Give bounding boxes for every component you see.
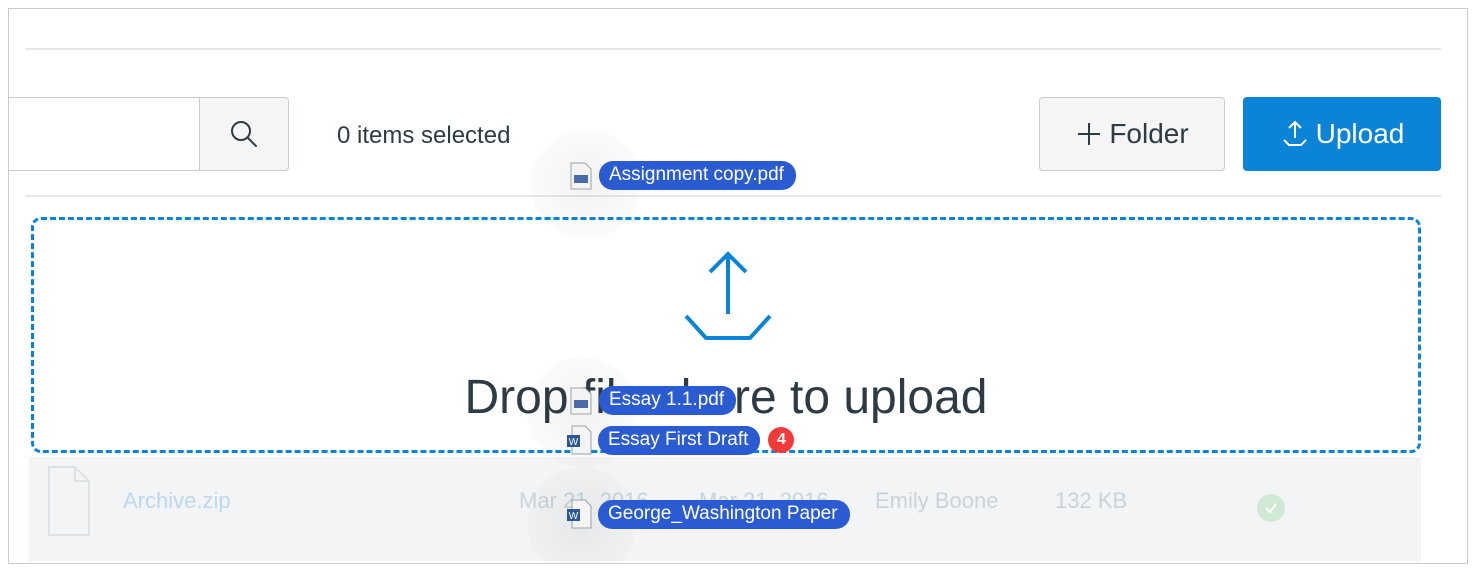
files-page: 0 items selected Folder Upload Archive.z… (8, 8, 1468, 564)
check-icon (1265, 503, 1277, 514)
file-size: 132 KB (1055, 488, 1128, 513)
drag-item-label: Essay First Draft (598, 425, 761, 455)
divider (25, 195, 1441, 197)
file-icon (48, 466, 90, 536)
drag-item: Assignment copy.pdf (569, 161, 796, 190)
plus-icon (1078, 123, 1101, 145)
published-check-icon[interactable] (1257, 494, 1285, 522)
drag-item: Essay 1.1.pdf (569, 386, 737, 415)
drag-item-label: George_Washington Paper (598, 499, 850, 529)
add-folder-button[interactable]: Folder (1039, 97, 1225, 171)
drag-item-label: Assignment copy.pdf (599, 161, 796, 190)
divider (25, 48, 1441, 50)
upload-icon (1282, 120, 1307, 146)
file-name-link[interactable]: Archive.zip (123, 488, 231, 514)
word-file-icon: W (567, 499, 592, 529)
upload-button[interactable]: Upload (1243, 97, 1441, 171)
selected-count: 0 items selected (337, 122, 511, 149)
pdf-file-icon (570, 387, 592, 414)
search-icon (231, 121, 257, 147)
drop-zone[interactable]: Drop files here to upload (31, 217, 1421, 453)
svg-text:W: W (569, 511, 579, 522)
drag-count-badge: 4 (768, 427, 795, 453)
upload-label: Upload (1315, 118, 1405, 149)
search-input[interactable] (9, 97, 201, 171)
drag-item: W Essay First Draft 4 (566, 425, 795, 455)
search-button[interactable] (199, 97, 289, 171)
upload-arrow-icon (684, 251, 772, 340)
add-folder-label: Folder (1109, 118, 1189, 149)
pdf-file-icon (570, 162, 592, 189)
modified-by: Emily Boone (875, 488, 999, 513)
drag-item-label: Essay 1.1.pdf (599, 386, 737, 415)
word-file-icon: W (567, 425, 592, 455)
drag-item: W George_Washington Paper (566, 499, 850, 529)
svg-text:W: W (569, 437, 579, 448)
